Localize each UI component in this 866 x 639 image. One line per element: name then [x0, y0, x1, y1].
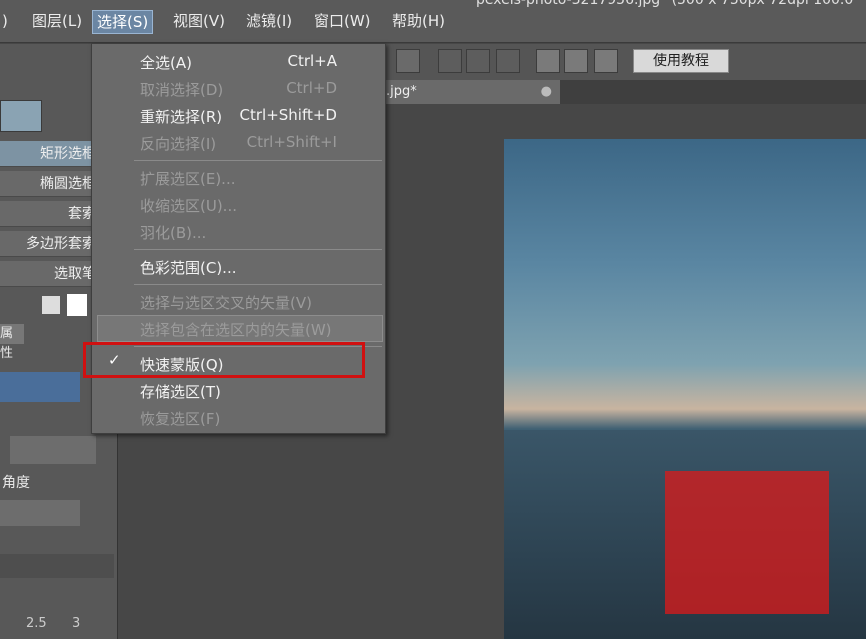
menu-item-color-range[interactable]: 色彩范围(C)...: [140, 257, 236, 278]
new-layer-icon[interactable]: [67, 294, 87, 316]
menu-item-contract[interactable]: 收缩选区(U)...: [140, 195, 237, 216]
menu-item-inverse[interactable]: 反向选择(I): [140, 133, 216, 154]
tool-preview-swatch[interactable]: [0, 100, 42, 132]
ruler-tick-2-5: 2.5: [26, 616, 47, 631]
menu-help[interactable]: 帮助(H): [388, 10, 449, 34]
menu-item-restore-selection[interactable]: 恢复选区(F): [140, 408, 220, 429]
mode-icons[interactable]: [0, 372, 80, 402]
menu-separator: [134, 160, 382, 161]
curve-icon-3[interactable]: [594, 49, 618, 73]
tool-select-pen[interactable]: 选取笔: [0, 261, 100, 287]
menubar: pexels-photo-3217956.jpg* (500 x 750px 7…: [0, 0, 866, 43]
shortcut-reselect: Ctrl+Shift+D: [239, 106, 337, 124]
shortcut-inverse: Ctrl+Shift+I: [246, 133, 337, 151]
menu-item-expand[interactable]: 扩展选区(E)...: [140, 168, 236, 189]
menu-item-feather[interactable]: 羽化(B)...: [140, 222, 206, 243]
menu-item-save-selection[interactable]: 存储选区(T): [140, 381, 221, 402]
ruler-tick-3: 3: [72, 616, 81, 631]
transform-icon[interactable]: [396, 49, 420, 73]
menu-separator: [134, 249, 382, 250]
shortcut-select-all: Ctrl+A: [287, 52, 337, 70]
clipboard-icon[interactable]: [42, 296, 60, 314]
menu-select[interactable]: 选择(S): [92, 10, 154, 34]
quick-mask-overlay: [665, 471, 829, 614]
menu-item-reselect[interactable]: 重新选择(R): [140, 106, 222, 127]
curve-icon-2[interactable]: [564, 49, 588, 73]
menu-layer[interactable]: 图层(L): [28, 10, 86, 34]
window-title: pexels-photo-3217956.jpg* (500 x 750px 7…: [476, 0, 854, 8]
menu-view[interactable]: 视图(V): [169, 10, 229, 34]
tool-polygon-lasso[interactable]: 多边形套索: [0, 231, 100, 257]
menu-partial[interactable]: ): [0, 10, 12, 34]
menu-item-deselect[interactable]: 取消选择(D): [140, 79, 223, 100]
menu-item-select-contained-vectors[interactable]: 选择包含在选区内的矢量(W): [140, 319, 332, 340]
tutorial-button[interactable]: 使用教程: [633, 49, 729, 73]
curve-icon-1[interactable]: [536, 49, 560, 73]
tool-ellipse-marquee[interactable]: 椭圆选框: [0, 171, 100, 197]
shortcut-deselect: Ctrl+D: [286, 79, 337, 97]
highlight-annotation-box: [83, 342, 365, 378]
menu-item-select-intersect-vectors[interactable]: 选择与选区交叉的矢量(V): [140, 292, 312, 313]
panel-divider: [0, 554, 114, 578]
document-tab-label: .jpg*: [386, 84, 417, 99]
tool-lasso[interactable]: 套索: [0, 201, 100, 227]
menu-separator: [134, 284, 382, 285]
vector-icon-2[interactable]: [466, 49, 490, 73]
angle-label: 角度: [2, 475, 30, 491]
menu-window[interactable]: 窗口(W): [310, 10, 375, 34]
properties-tab[interactable]: 属性: [0, 324, 24, 361]
menu-filter[interactable]: 滤镜(I): [242, 10, 296, 34]
tab-close-dot-icon[interactable]: ●: [541, 80, 552, 104]
menu-item-select-all[interactable]: 全选(A): [140, 52, 192, 73]
document-tab[interactable]: .jpg* ●: [380, 80, 560, 104]
brush-tips[interactable]: [0, 500, 80, 526]
vector-icon-1[interactable]: [438, 49, 462, 73]
tool-rect-marquee[interactable]: 矩形选框: [0, 141, 100, 167]
vector-icon-3[interactable]: [496, 49, 520, 73]
align-icons[interactable]: [10, 436, 96, 464]
